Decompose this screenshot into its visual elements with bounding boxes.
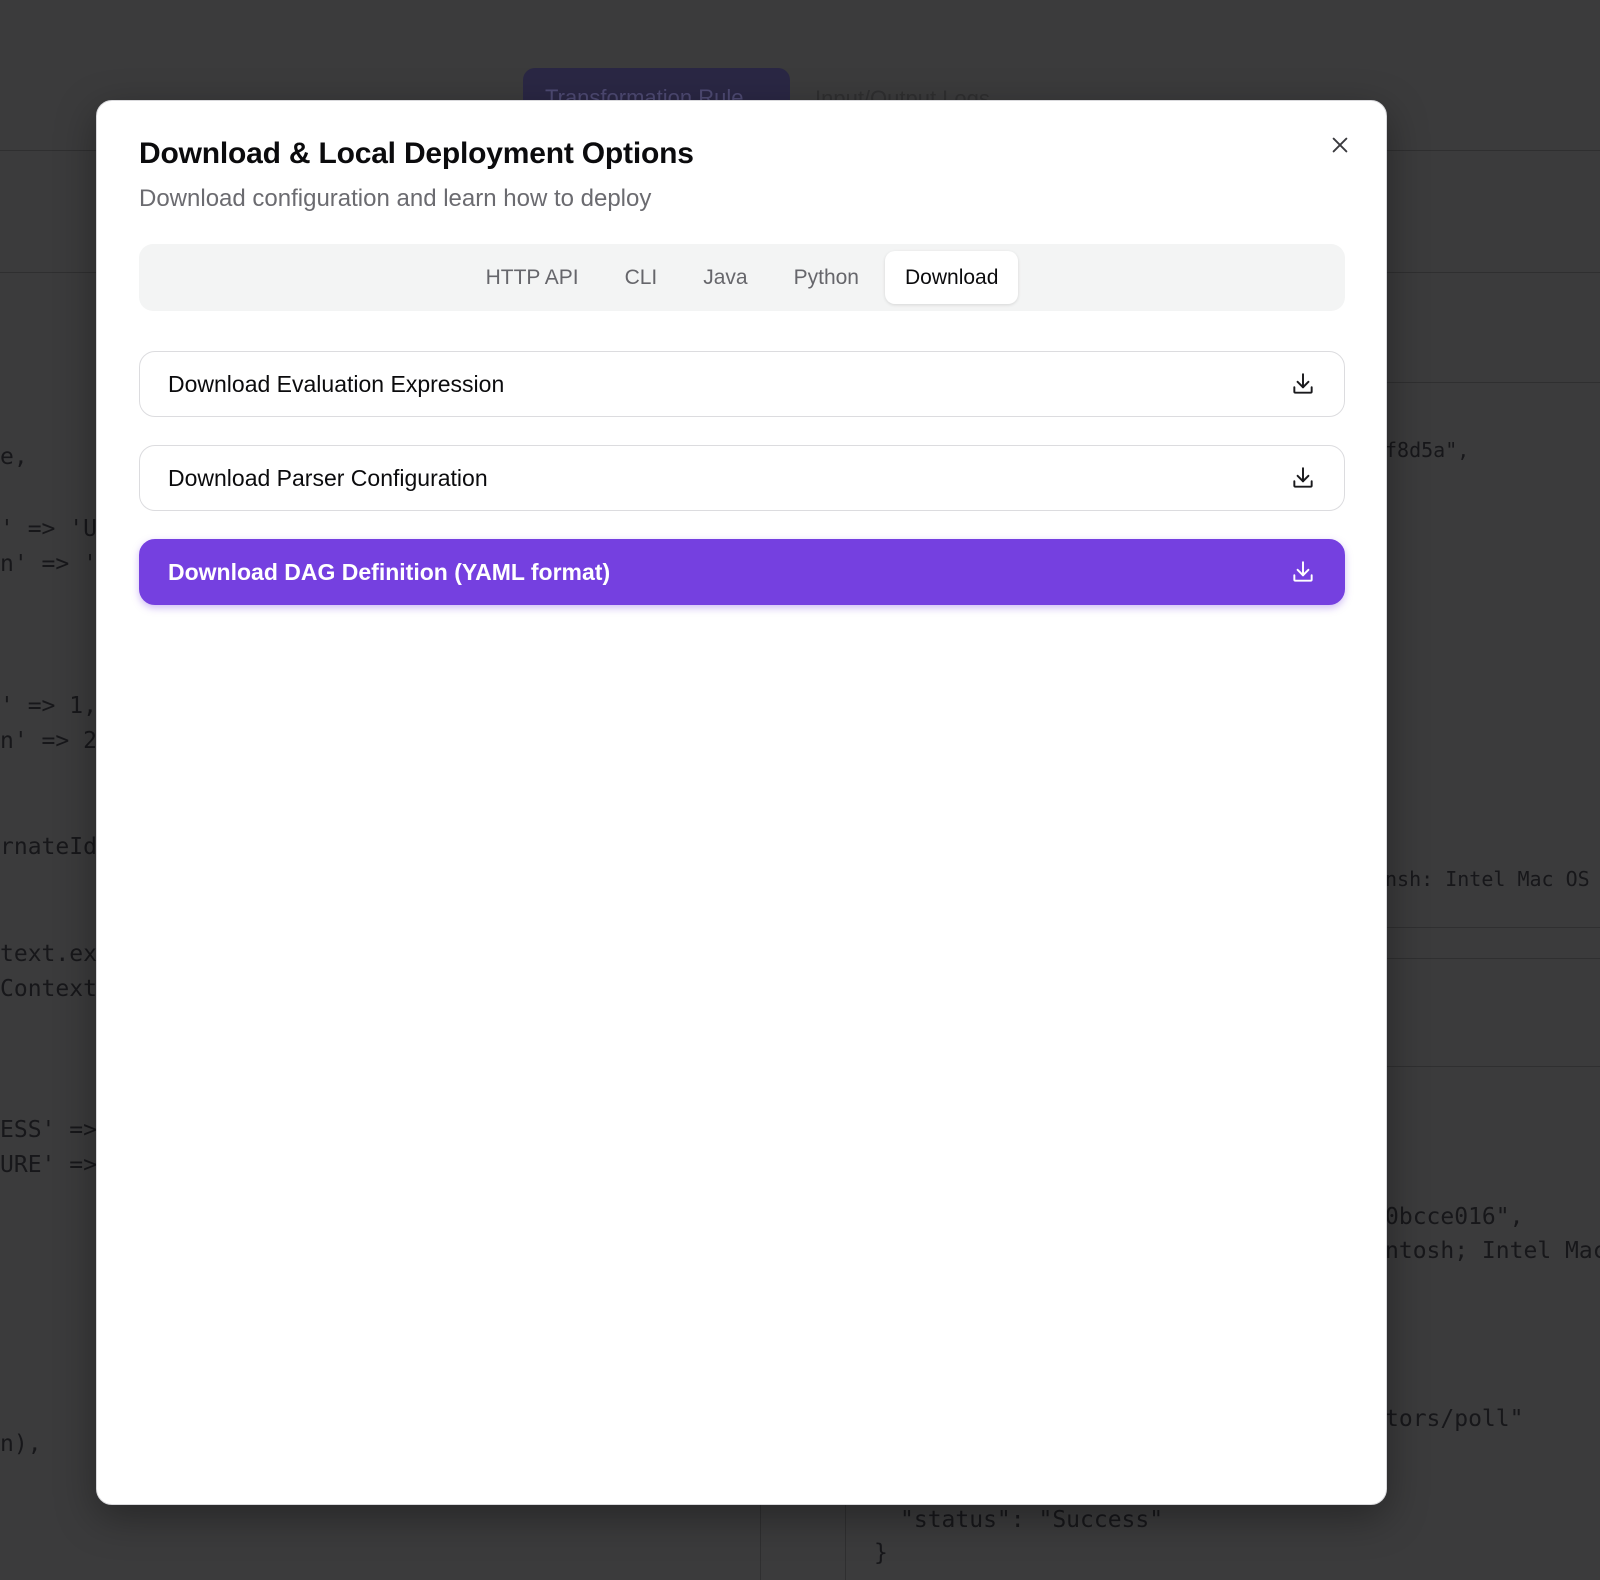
background-right-band (1385, 272, 1600, 383)
close-icon (1332, 137, 1348, 153)
tab-http-api[interactable]: HTTP API (466, 251, 599, 304)
background-code-line: n' => ' (0, 551, 97, 577)
background-right-separator (1385, 927, 1600, 959)
download-icon (1290, 559, 1316, 585)
background-code-line: Context (0, 976, 97, 1002)
background-code-line: URE' => (0, 1152, 97, 1178)
background-code-line: ' => 'U (0, 516, 97, 542)
download-icon (1290, 371, 1316, 397)
download-evaluation-expression-button[interactable]: Download Evaluation Expression (139, 351, 1345, 417)
background-code-line: "status": "Success" (900, 1507, 1164, 1533)
background-code-line: 0bcce016", (1385, 1204, 1524, 1230)
background-right-separator-2 (1385, 1066, 1600, 1067)
button-label: Download DAG Definition (YAML format) (168, 558, 611, 585)
deployment-tabs: HTTP API CLI Java Python Download (139, 244, 1345, 311)
tab-cli[interactable]: CLI (605, 251, 678, 304)
download-icon (1290, 465, 1316, 491)
background-code-line: n' => 2 (0, 728, 97, 754)
close-button[interactable] (1322, 127, 1358, 163)
background-code-line: n), (0, 1431, 42, 1457)
download-dag-definition-button[interactable]: Download DAG Definition (YAML format) (139, 539, 1345, 605)
background-code-line: nsh: Intel Mac OS (1385, 867, 1590, 891)
background-code-line: ' => 1, (0, 693, 97, 719)
modal-subtitle: Download configuration and learn how to … (139, 185, 652, 212)
download-deployment-modal: Download & Local Deployment Options Down… (96, 100, 1387, 1505)
download-parser-configuration-button[interactable]: Download Parser Configuration (139, 445, 1345, 511)
modal-title: Download & Local Deployment Options (139, 137, 694, 170)
button-label: Download Evaluation Expression (168, 370, 505, 397)
background-code-line: f8d5a", (1385, 438, 1470, 462)
tab-java[interactable]: Java (683, 251, 767, 304)
tab-python[interactable]: Python (774, 251, 879, 304)
background-code-line: ESS' => (0, 1117, 97, 1143)
tab-download[interactable]: Download (885, 251, 1019, 304)
background-code-line: text.ex (0, 941, 97, 967)
background-code-line: tors/poll" (1385, 1406, 1524, 1432)
background-code-line: ntosh; Intel Mac (1385, 1238, 1600, 1264)
button-label: Download Parser Configuration (168, 464, 488, 491)
background-code-line: } (874, 1540, 888, 1566)
background-code-line: e, (0, 444, 28, 470)
background-code-line: rnateId (0, 834, 97, 860)
